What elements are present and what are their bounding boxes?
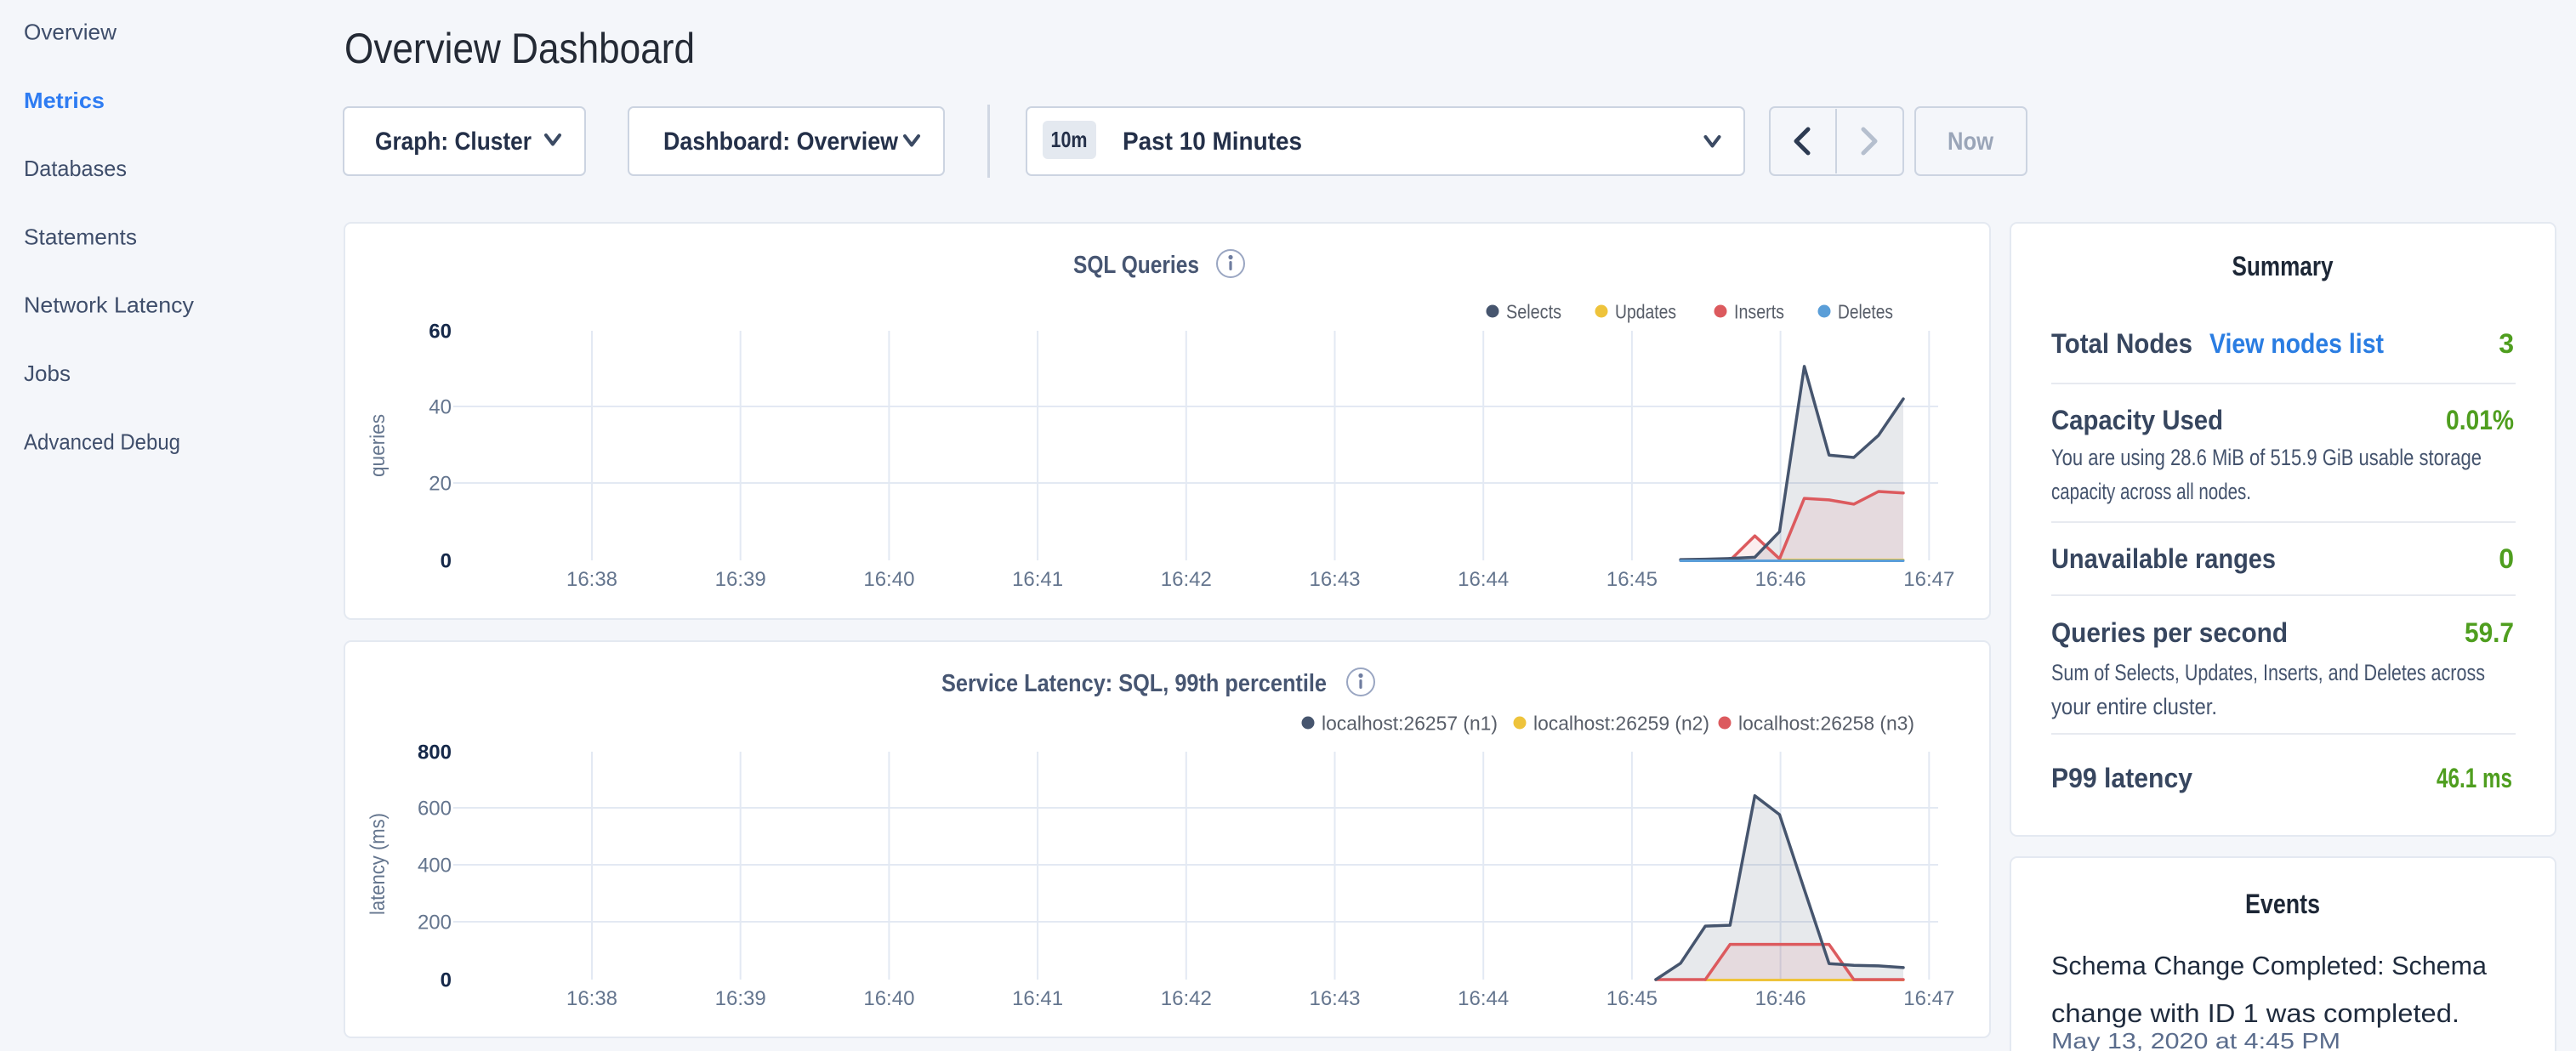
svg-text:16:47: 16:47 [1903, 987, 1954, 1010]
svg-text:Network Latency: Network Latency [24, 293, 194, 318]
svg-text:Summary: Summary [2232, 251, 2334, 281]
svg-text:59.7: 59.7 [2465, 617, 2514, 648]
svg-text:0: 0 [441, 969, 452, 992]
svg-text:Sum of Selects, Updates, Inser: Sum of Selects, Updates, Inserts, and De… [2051, 660, 2485, 685]
svg-text:SQL Queries: SQL Queries [1073, 252, 1199, 279]
svg-text:40: 40 [429, 396, 452, 419]
svg-text:capacity across all nodes.: capacity across all nodes. [2051, 479, 2251, 504]
svg-text:16:45: 16:45 [1606, 568, 1658, 591]
svg-text:400: 400 [418, 855, 452, 878]
svg-text:Events: Events [2245, 889, 2320, 919]
svg-text:Deletes: Deletes [1838, 301, 1893, 323]
svg-text:46.1 ms: 46.1 ms [2437, 763, 2512, 793]
svg-text:localhost:26259 (n2): localhost:26259 (n2) [1533, 713, 1709, 735]
svg-text:16:41: 16:41 [1012, 568, 1063, 591]
svg-text:0: 0 [441, 550, 452, 573]
svg-text:Now: Now [1948, 128, 1994, 156]
svg-text:localhost:26257 (n1): localhost:26257 (n1) [1322, 713, 1498, 735]
svg-text:Metrics: Metrics [24, 88, 105, 113]
svg-text:May 13, 2020 at 4:45 PM: May 13, 2020 at 4:45 PM [2051, 1028, 2340, 1051]
svg-text:0.01%: 0.01% [2446, 405, 2514, 435]
svg-text:16:44: 16:44 [1458, 987, 1509, 1010]
svg-text:Queries per second: Queries per second [2051, 617, 2288, 648]
svg-text:16:44: 16:44 [1458, 568, 1509, 591]
svg-text:20: 20 [429, 473, 452, 496]
svg-text:16:42: 16:42 [1161, 568, 1212, 591]
svg-text:Overview: Overview [24, 20, 117, 45]
svg-text:16:46: 16:46 [1755, 987, 1806, 1010]
svg-text:You are using 28.6 MiB of 515.: You are using 28.6 MiB of 515.9 GiB usab… [2051, 445, 2482, 470]
svg-text:16:42: 16:42 [1161, 987, 1212, 1010]
svg-text:Statements: Statements [24, 224, 137, 249]
svg-text:Selects: Selects [1506, 301, 1561, 323]
svg-text:16:39: 16:39 [715, 568, 766, 591]
svg-text:600: 600 [418, 798, 452, 821]
svg-text:localhost:26258 (n3): localhost:26258 (n3) [1738, 713, 1914, 735]
svg-text:View nodes list: View nodes list [2209, 328, 2384, 359]
svg-text:your entire cluster.: your entire cluster. [2051, 694, 2217, 719]
svg-text:0: 0 [2499, 543, 2514, 574]
svg-text:Graph: Cluster: Graph: Cluster [375, 128, 532, 156]
svg-text:Dashboard: Overview: Dashboard: Overview [663, 128, 899, 156]
svg-text:60: 60 [429, 321, 452, 344]
svg-text:16:46: 16:46 [1755, 568, 1806, 591]
svg-text:Inserts: Inserts [1734, 301, 1784, 323]
svg-text:16:38: 16:38 [566, 568, 617, 591]
svg-text:10m: 10m [1051, 127, 1088, 152]
svg-text:16:43: 16:43 [1309, 987, 1360, 1010]
svg-text:16:40: 16:40 [863, 987, 914, 1010]
svg-text:Unavailable ranges: Unavailable ranges [2051, 543, 2276, 574]
svg-text:200: 200 [418, 912, 452, 935]
svg-text:Databases: Databases [24, 156, 127, 181]
svg-text:latency (ms): latency (ms) [367, 813, 390, 915]
svg-text:16:43: 16:43 [1309, 568, 1360, 591]
svg-text:800: 800 [418, 741, 452, 764]
svg-text:3: 3 [2499, 328, 2514, 359]
svg-text:16:41: 16:41 [1012, 987, 1063, 1010]
svg-text:change with ID 1 was completed: change with ID 1 was completed. [2051, 998, 2459, 1028]
svg-text:Schema Change Completed: Schem: Schema Change Completed: Schema [2051, 951, 2488, 980]
svg-text:Updates: Updates [1615, 301, 1676, 323]
svg-text:16:47: 16:47 [1903, 568, 1954, 591]
svg-text:Service Latency: SQL, 99th per: Service Latency: SQL, 99th percentile [941, 670, 1327, 697]
svg-text:Total Nodes: Total Nodes [2051, 328, 2192, 359]
svg-text:Jobs: Jobs [24, 361, 71, 386]
svg-text:16:38: 16:38 [566, 987, 617, 1010]
svg-text:Past 10 Minutes: Past 10 Minutes [1123, 128, 1302, 156]
svg-text:16:40: 16:40 [863, 568, 914, 591]
svg-text:P99 latency: P99 latency [2051, 763, 2192, 793]
svg-text:Advanced Debug: Advanced Debug [24, 429, 180, 454]
svg-text:Overview Dashboard: Overview Dashboard [344, 25, 695, 72]
svg-text:16:45: 16:45 [1606, 987, 1658, 1010]
svg-text:queries: queries [367, 414, 390, 477]
svg-text:Capacity Used: Capacity Used [2051, 405, 2223, 435]
svg-text:16:39: 16:39 [715, 987, 766, 1010]
